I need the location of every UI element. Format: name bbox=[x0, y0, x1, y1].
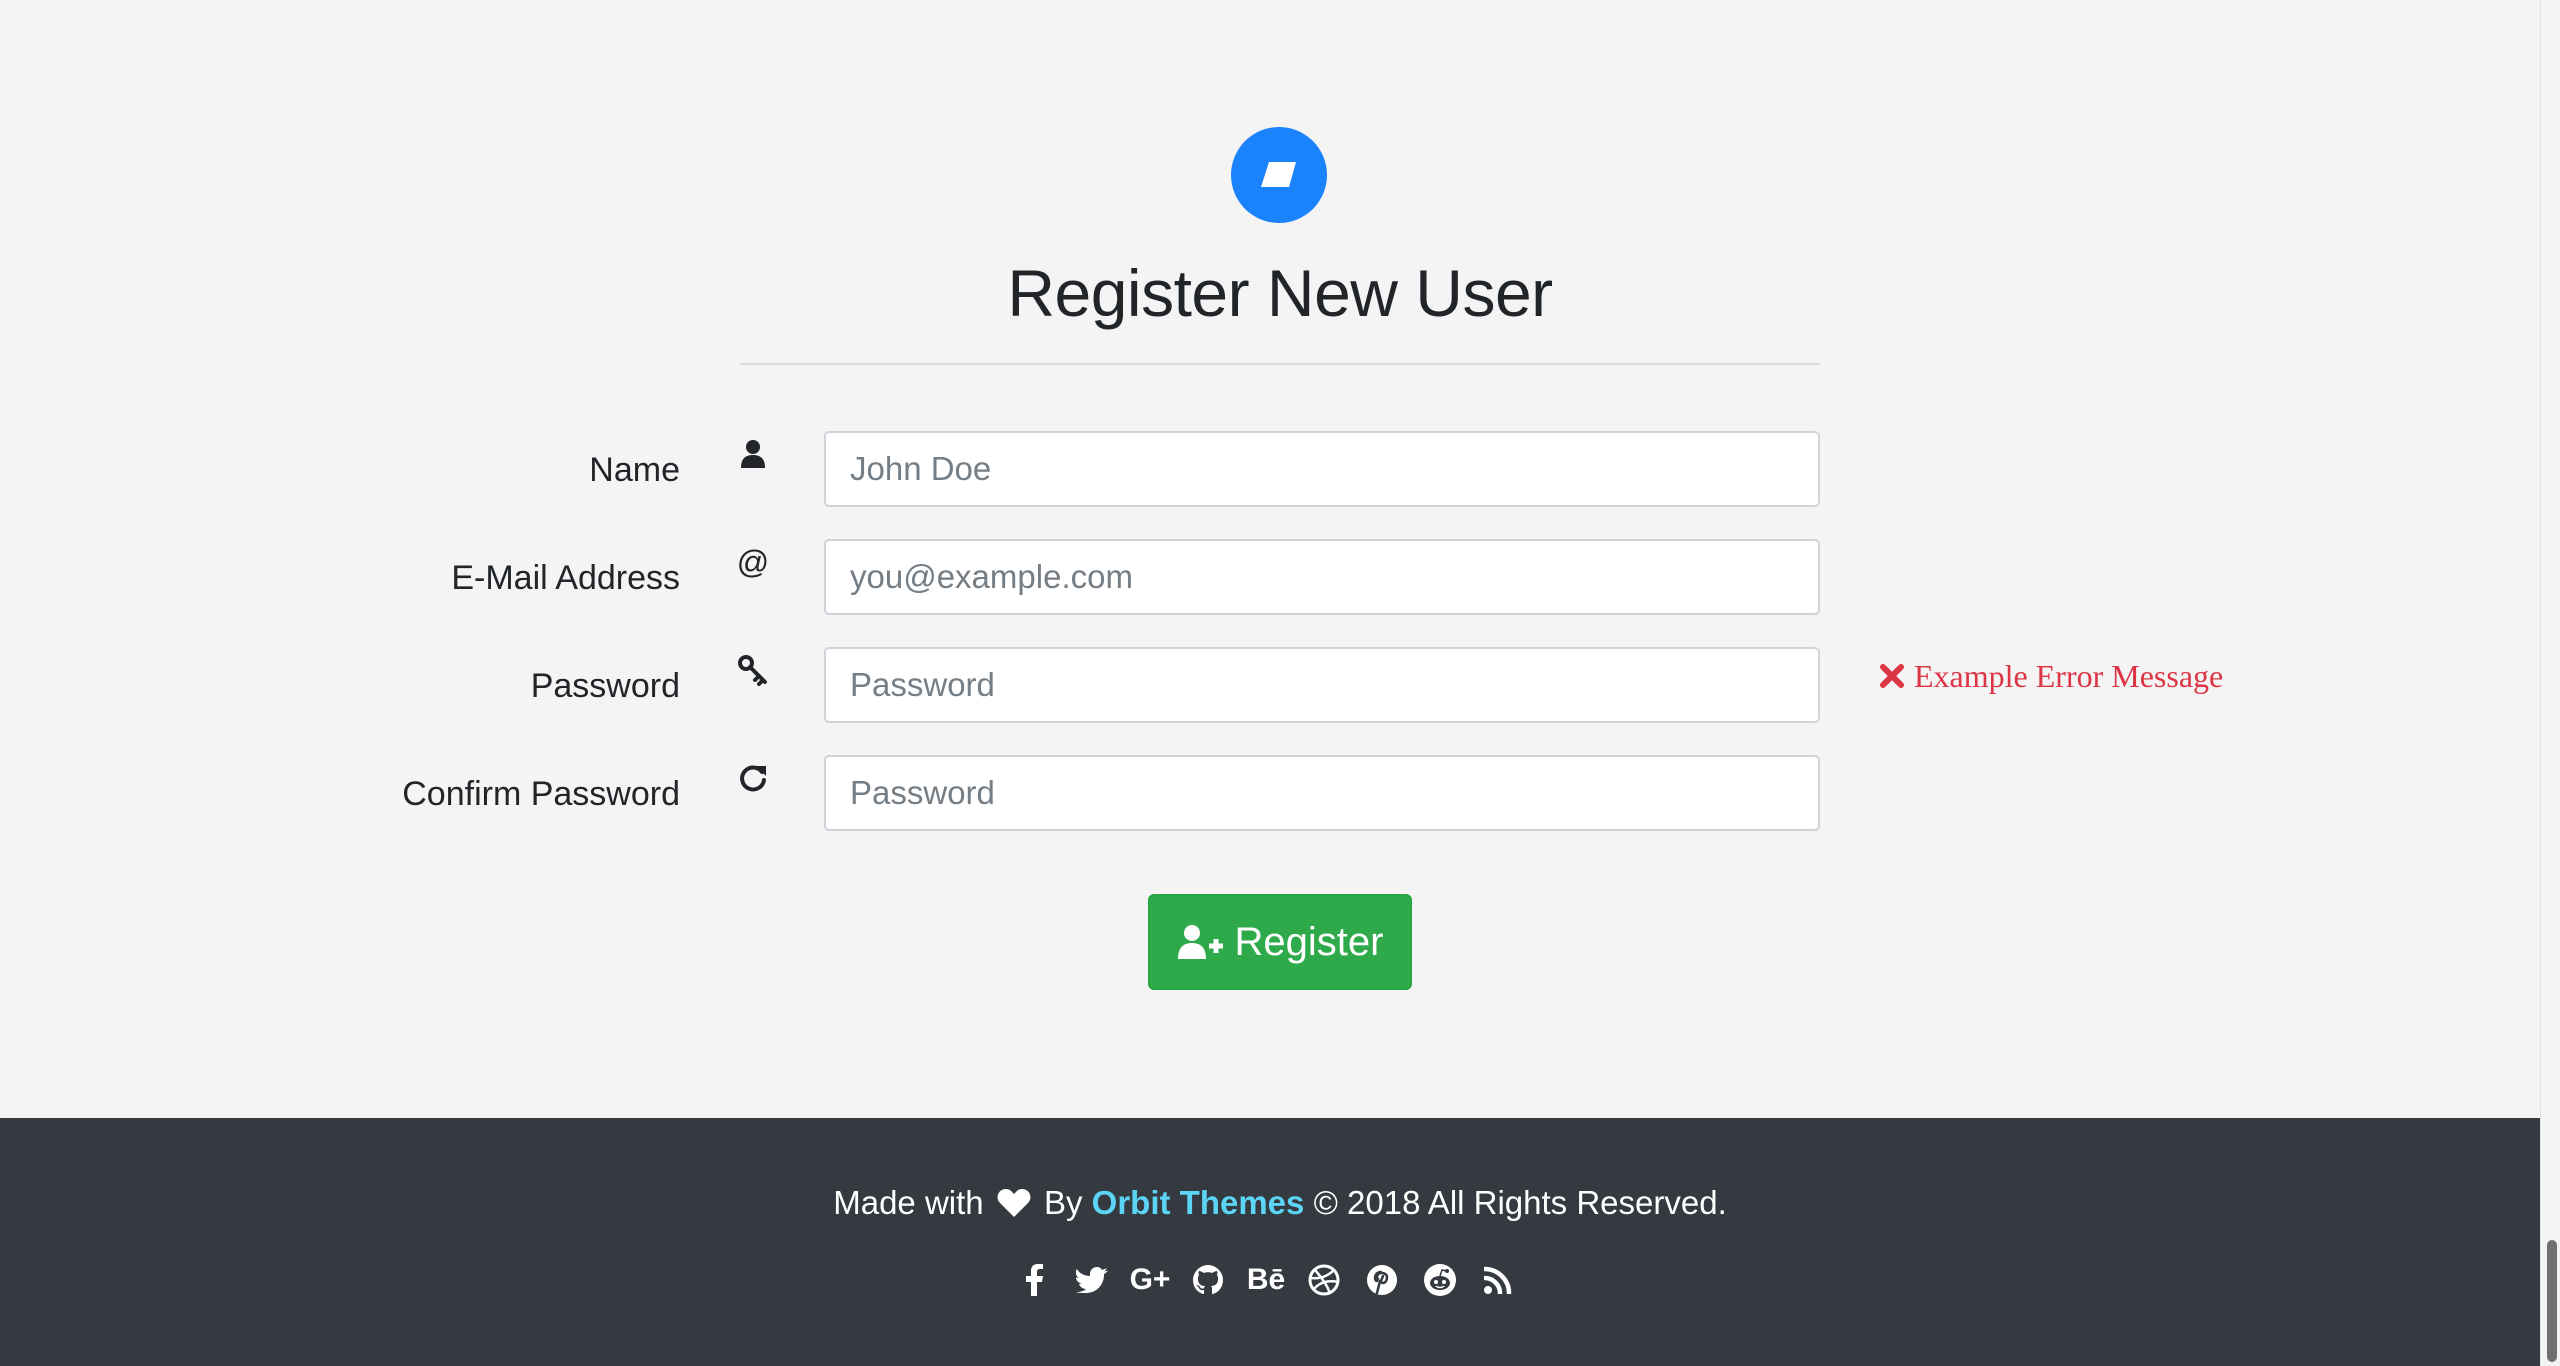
email-label: E-Mail Address bbox=[451, 559, 680, 597]
register-button-label: Register bbox=[1234, 919, 1384, 964]
key-icon bbox=[736, 653, 770, 687]
confirm-password-label: Confirm Password bbox=[402, 775, 680, 813]
facebook-icon[interactable] bbox=[1005, 1258, 1063, 1302]
email-row: E-Mail Address @ bbox=[0, 539, 2560, 615]
page: Register New User Name E-Mail Address @ … bbox=[0, 0, 2560, 1366]
scrollbar[interactable] bbox=[2540, 0, 2560, 1366]
name-label: Name bbox=[589, 451, 680, 489]
register-section: Register New User Name E-Mail Address @ … bbox=[0, 0, 2540, 1118]
user-plus-icon bbox=[1177, 925, 1223, 959]
google-plus-icon[interactable]: G+ bbox=[1121, 1258, 1179, 1302]
copyright-text: Made with By Orbit Themes © 2018 All Rig… bbox=[0, 1184, 2560, 1222]
logo bbox=[1231, 127, 1327, 223]
scrollbar-thumb[interactable] bbox=[2547, 1240, 2557, 1362]
pinterest-icon[interactable] bbox=[1353, 1258, 1411, 1302]
heart-icon bbox=[997, 1189, 1031, 1217]
password-label: Password bbox=[530, 667, 680, 705]
at-icon: @ bbox=[736, 543, 770, 580]
behance-icon[interactable]: Bē bbox=[1237, 1258, 1295, 1302]
made-with-text: Made with bbox=[833, 1184, 984, 1221]
name-input[interactable] bbox=[824, 431, 1820, 507]
user-icon bbox=[736, 437, 770, 471]
dribbble-icon[interactable] bbox=[1295, 1258, 1353, 1302]
title-divider bbox=[740, 363, 1820, 365]
rights-text: © 2018 All Rights Reserved. bbox=[1313, 1184, 1727, 1221]
rss-icon[interactable] bbox=[1469, 1258, 1527, 1302]
confirm-password-input[interactable] bbox=[824, 755, 1820, 831]
refresh-icon bbox=[736, 761, 770, 795]
email-input[interactable] bbox=[824, 539, 1820, 615]
orbit-themes-link[interactable]: Orbit Themes bbox=[1092, 1184, 1305, 1221]
twitter-icon[interactable] bbox=[1063, 1258, 1121, 1302]
close-icon bbox=[1880, 664, 1904, 688]
footer: Made with By Orbit Themes © 2018 All Rig… bbox=[0, 1118, 2540, 1366]
page-title: Register New User bbox=[1007, 256, 1553, 330]
parallelogram-logo-icon bbox=[1261, 162, 1296, 187]
register-button[interactable]: Register bbox=[1148, 894, 1412, 990]
confirm-password-row: Confirm Password bbox=[0, 755, 2560, 831]
error-message: Example Error Message bbox=[1880, 656, 2223, 696]
error-message-text: Example Error Message bbox=[1914, 657, 2224, 694]
github-icon[interactable] bbox=[1179, 1258, 1237, 1302]
by-text: By bbox=[1043, 1184, 1083, 1221]
name-row: Name bbox=[0, 431, 2560, 507]
password-input[interactable] bbox=[824, 647, 1820, 723]
social-links: G+ Bē bbox=[1005, 1258, 1527, 1302]
reddit-icon[interactable] bbox=[1411, 1258, 1469, 1302]
